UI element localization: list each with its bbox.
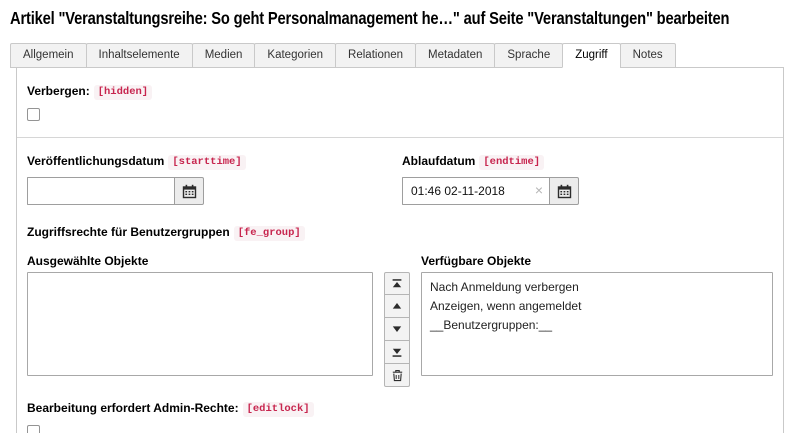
- tab-sprache[interactable]: Sprache: [494, 43, 563, 68]
- tab-metadaten[interactable]: Metadaten: [415, 43, 495, 68]
- tab-inhaltselemente[interactable]: Inhaltselemente: [86, 43, 193, 68]
- editlock-field-code: [editlock]: [243, 402, 314, 417]
- endtime-column: Ablaufdatum [endtime] ×: [400, 152, 773, 205]
- starttime-column: Veröffentlichungsdatum [starttime]: [27, 152, 400, 205]
- section-fe-group: Zugriffsrechte für Benutzergruppen [fe_gr…: [17, 205, 783, 387]
- section-editlock: Bearbeitung erfordert Admin-Rechte: [edit…: [17, 387, 783, 433]
- selected-objects-header: Ausgewählte Objekte: [27, 253, 373, 269]
- trash-icon: [391, 369, 404, 382]
- select-option[interactable]: __Benutzergruppen:__: [422, 316, 772, 335]
- hidden-field-code: [hidden]: [94, 85, 152, 100]
- move-up-icon: [391, 300, 403, 312]
- tab-kategorien[interactable]: Kategorien: [254, 43, 336, 68]
- calendar-icon: [557, 184, 572, 199]
- move-up-button[interactable]: [384, 295, 410, 318]
- available-objects-listbox[interactable]: Nach Anmeldung verbergenAnzeigen, wenn a…: [421, 272, 773, 376]
- fe-group-label: Zugriffsrechte für Benutzergruppen: [27, 225, 230, 239]
- endtime-input[interactable]: [402, 177, 549, 205]
- tab-allgemein[interactable]: Allgemein: [10, 43, 87, 68]
- tab-zugriff[interactable]: Zugriff: [562, 43, 620, 68]
- calendar-icon: [182, 184, 197, 199]
- starttime-label: Veröffentlichungsdatum: [27, 154, 164, 168]
- form-panel: Verbergen: [hidden] Veröffentlichungsdatu…: [16, 67, 784, 433]
- starttime-calendar-button[interactable]: [174, 177, 204, 205]
- list-control-buttons: [384, 272, 410, 387]
- move-down-icon: [391, 323, 403, 335]
- tab-medien[interactable]: Medien: [192, 43, 256, 68]
- clear-icon[interactable]: ×: [535, 183, 543, 197]
- select-option[interactable]: Nach Anmeldung verbergen: [422, 278, 772, 297]
- endtime-field-code: [endtime]: [479, 155, 544, 170]
- available-objects-header: Verfügbare Objekte: [421, 253, 531, 269]
- starttime-field-code: [starttime]: [168, 155, 245, 170]
- section-hidden: Verbergen: [hidden]: [17, 68, 783, 138]
- move-to-bottom-icon: [391, 346, 403, 358]
- tab-relationen[interactable]: Relationen: [335, 43, 416, 68]
- endtime-label: Ablaufdatum: [402, 154, 475, 168]
- page-title: Artikel "Veranstaltungsreihe: So geht Pe…: [10, 8, 674, 29]
- editlock-label: Bearbeitung erfordert Admin-Rechte:: [27, 401, 239, 415]
- remove-item-button[interactable]: [384, 364, 410, 387]
- endtime-calendar-button[interactable]: [549, 177, 579, 205]
- hidden-checkbox[interactable]: [27, 108, 40, 121]
- starttime-input[interactable]: [27, 177, 174, 205]
- move-to-top-icon: [391, 278, 403, 290]
- select-option[interactable]: Anzeigen, wenn angemeldet: [422, 297, 772, 316]
- editlock-checkbox[interactable]: [27, 425, 40, 433]
- tab-notes[interactable]: Notes: [620, 43, 676, 68]
- move-down-button[interactable]: [384, 318, 410, 341]
- move-to-top-button[interactable]: [384, 272, 410, 295]
- selected-objects-listbox[interactable]: [27, 272, 373, 376]
- move-to-bottom-button[interactable]: [384, 341, 410, 364]
- fe-group-field-code: [fe_group]: [234, 226, 305, 241]
- tab-bar: Allgemein Inhaltselemente Medien Kategor…: [8, 43, 792, 433]
- section-dates: Veröffentlichungsdatum [starttime]: [17, 138, 783, 205]
- hidden-label: Verbergen:: [27, 84, 90, 98]
